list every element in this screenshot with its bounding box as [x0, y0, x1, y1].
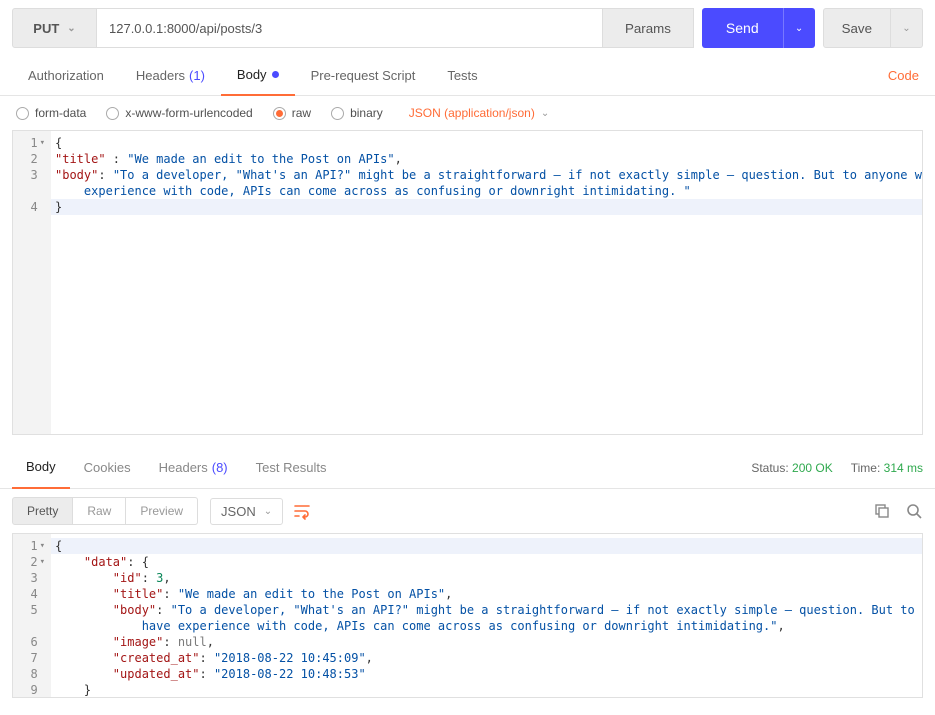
wrap-lines-button[interactable] [293, 502, 311, 520]
tab-response-body[interactable]: Body [12, 447, 70, 489]
params-button[interactable]: Params [603, 8, 694, 48]
unsaved-dot-icon [272, 71, 279, 78]
wrap-icon [293, 502, 311, 520]
method-dropdown[interactable]: PUT ⌄ [12, 8, 97, 48]
view-raw[interactable]: Raw [73, 497, 126, 525]
status-area: Status: 200 OK Time: 314 ms [751, 461, 923, 475]
radio-raw[interactable]: raw [273, 106, 311, 120]
save-button[interactable]: Save [823, 8, 891, 48]
code-area: { "title" : "We made an edit to the Post… [51, 131, 923, 434]
chevron-down-icon: ⌄ [264, 506, 272, 517]
chevron-down-icon: ⌄ [67, 23, 75, 34]
radio-icon [331, 107, 344, 120]
tab-tests[interactable]: Tests [431, 56, 493, 96]
copy-icon[interactable] [873, 502, 891, 520]
radio-icon [273, 107, 286, 120]
radio-urlencoded[interactable]: x-www-form-urlencoded [106, 106, 252, 120]
chevron-down-icon: ⌄ [541, 108, 549, 119]
view-preview[interactable]: Preview [126, 497, 198, 525]
view-pretty[interactable]: Pretty [12, 497, 73, 525]
tab-pre-request[interactable]: Pre-request Script [295, 56, 432, 96]
tab-authorization[interactable]: Authorization [12, 56, 120, 96]
method-label: PUT [33, 21, 59, 36]
code-link[interactable]: Code [888, 68, 923, 83]
headers-count: (1) [189, 68, 205, 83]
code-area: { "data": { "id": 3, "title": "We made a… [51, 534, 923, 697]
tab-test-results[interactable]: Test Results [242, 447, 341, 489]
line-gutter: 1▾ 2▾ 3 4 5 6 7 8 9 10 [13, 534, 51, 697]
send-dropdown[interactable]: ⌄ [783, 8, 815, 48]
tab-body[interactable]: Body [221, 56, 295, 96]
search-icon[interactable] [905, 502, 923, 520]
radio-form-data[interactable]: form-data [16, 106, 86, 120]
line-gutter: 1▾ 2 3 4 [13, 131, 51, 434]
save-dropdown[interactable]: ⌄ [891, 8, 923, 48]
tab-headers[interactable]: Headers (1) [120, 56, 221, 96]
response-tabs: Body Cookies Headers (8) Test Results St… [0, 447, 935, 489]
response-body-editor[interactable]: 1▾ 2▾ 3 4 5 6 7 8 9 10 { "data": { "id":… [12, 533, 923, 698]
status-value: 200 OK [792, 461, 833, 475]
response-headers-count: (8) [212, 460, 228, 475]
radio-icon [106, 107, 119, 120]
radio-icon [16, 107, 29, 120]
chevron-down-icon: ⌄ [795, 23, 803, 34]
tab-response-headers[interactable]: Headers (8) [145, 447, 242, 489]
content-type-dropdown[interactable]: JSON (application/json) ⌄ [409, 106, 549, 120]
url-input[interactable] [97, 8, 603, 48]
request-tabs: Authorization Headers (1) Body Pre-reque… [0, 56, 935, 96]
send-button[interactable]: Send [702, 8, 783, 48]
request-body-editor[interactable]: 1▾ 2 3 4 { "title" : "We made an edit to… [12, 130, 923, 435]
time-value: 314 ms [884, 461, 923, 475]
body-type-selector: form-data x-www-form-urlencoded raw bina… [0, 96, 935, 130]
chevron-down-icon: ⌄ [902, 23, 910, 34]
radio-binary[interactable]: binary [331, 106, 383, 120]
tab-cookies[interactable]: Cookies [70, 447, 145, 489]
response-controls: Pretty Raw Preview JSON ⌄ [0, 489, 935, 533]
format-dropdown[interactable]: JSON ⌄ [210, 498, 283, 525]
